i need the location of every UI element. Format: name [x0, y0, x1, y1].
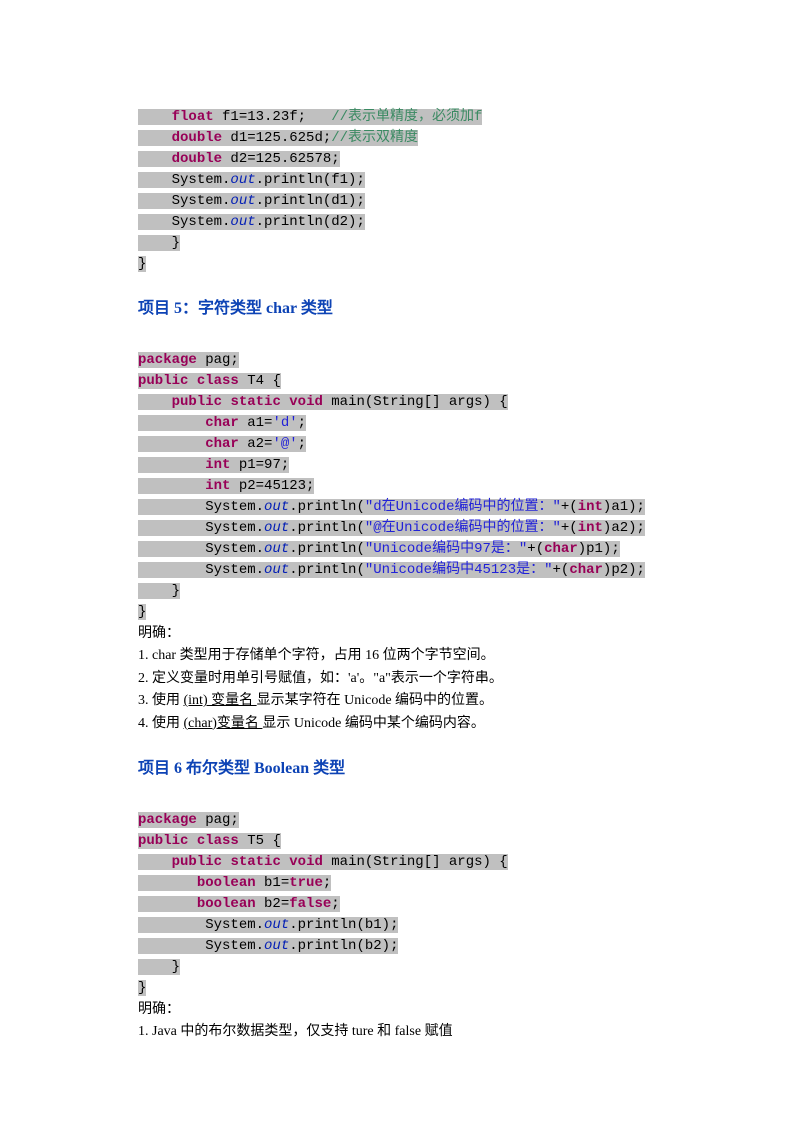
code-block-boolean: package pag; public class T5 { public st… [138, 789, 656, 999]
code-block-char: package pag; public class T4 { public st… [138, 329, 656, 623]
notes-boolean: 明确： 1. Java 中的布尔数据类型，仅支持 ture 和 false 赋值 [138, 999, 656, 1044]
code-block-float: float f1=13.23f; //表示单精度，必须加f double d1=… [138, 86, 656, 275]
heading-char-type: 项目 5：字符类型 char 类型 [138, 297, 656, 321]
heading-boolean-type: 项目 6 布尔类型 Boolean 类型 [138, 757, 656, 781]
notes-char: 明确： 1. char 类型用于存储单个字符，占用 16 位两个字节空间。 2.… [138, 623, 656, 735]
